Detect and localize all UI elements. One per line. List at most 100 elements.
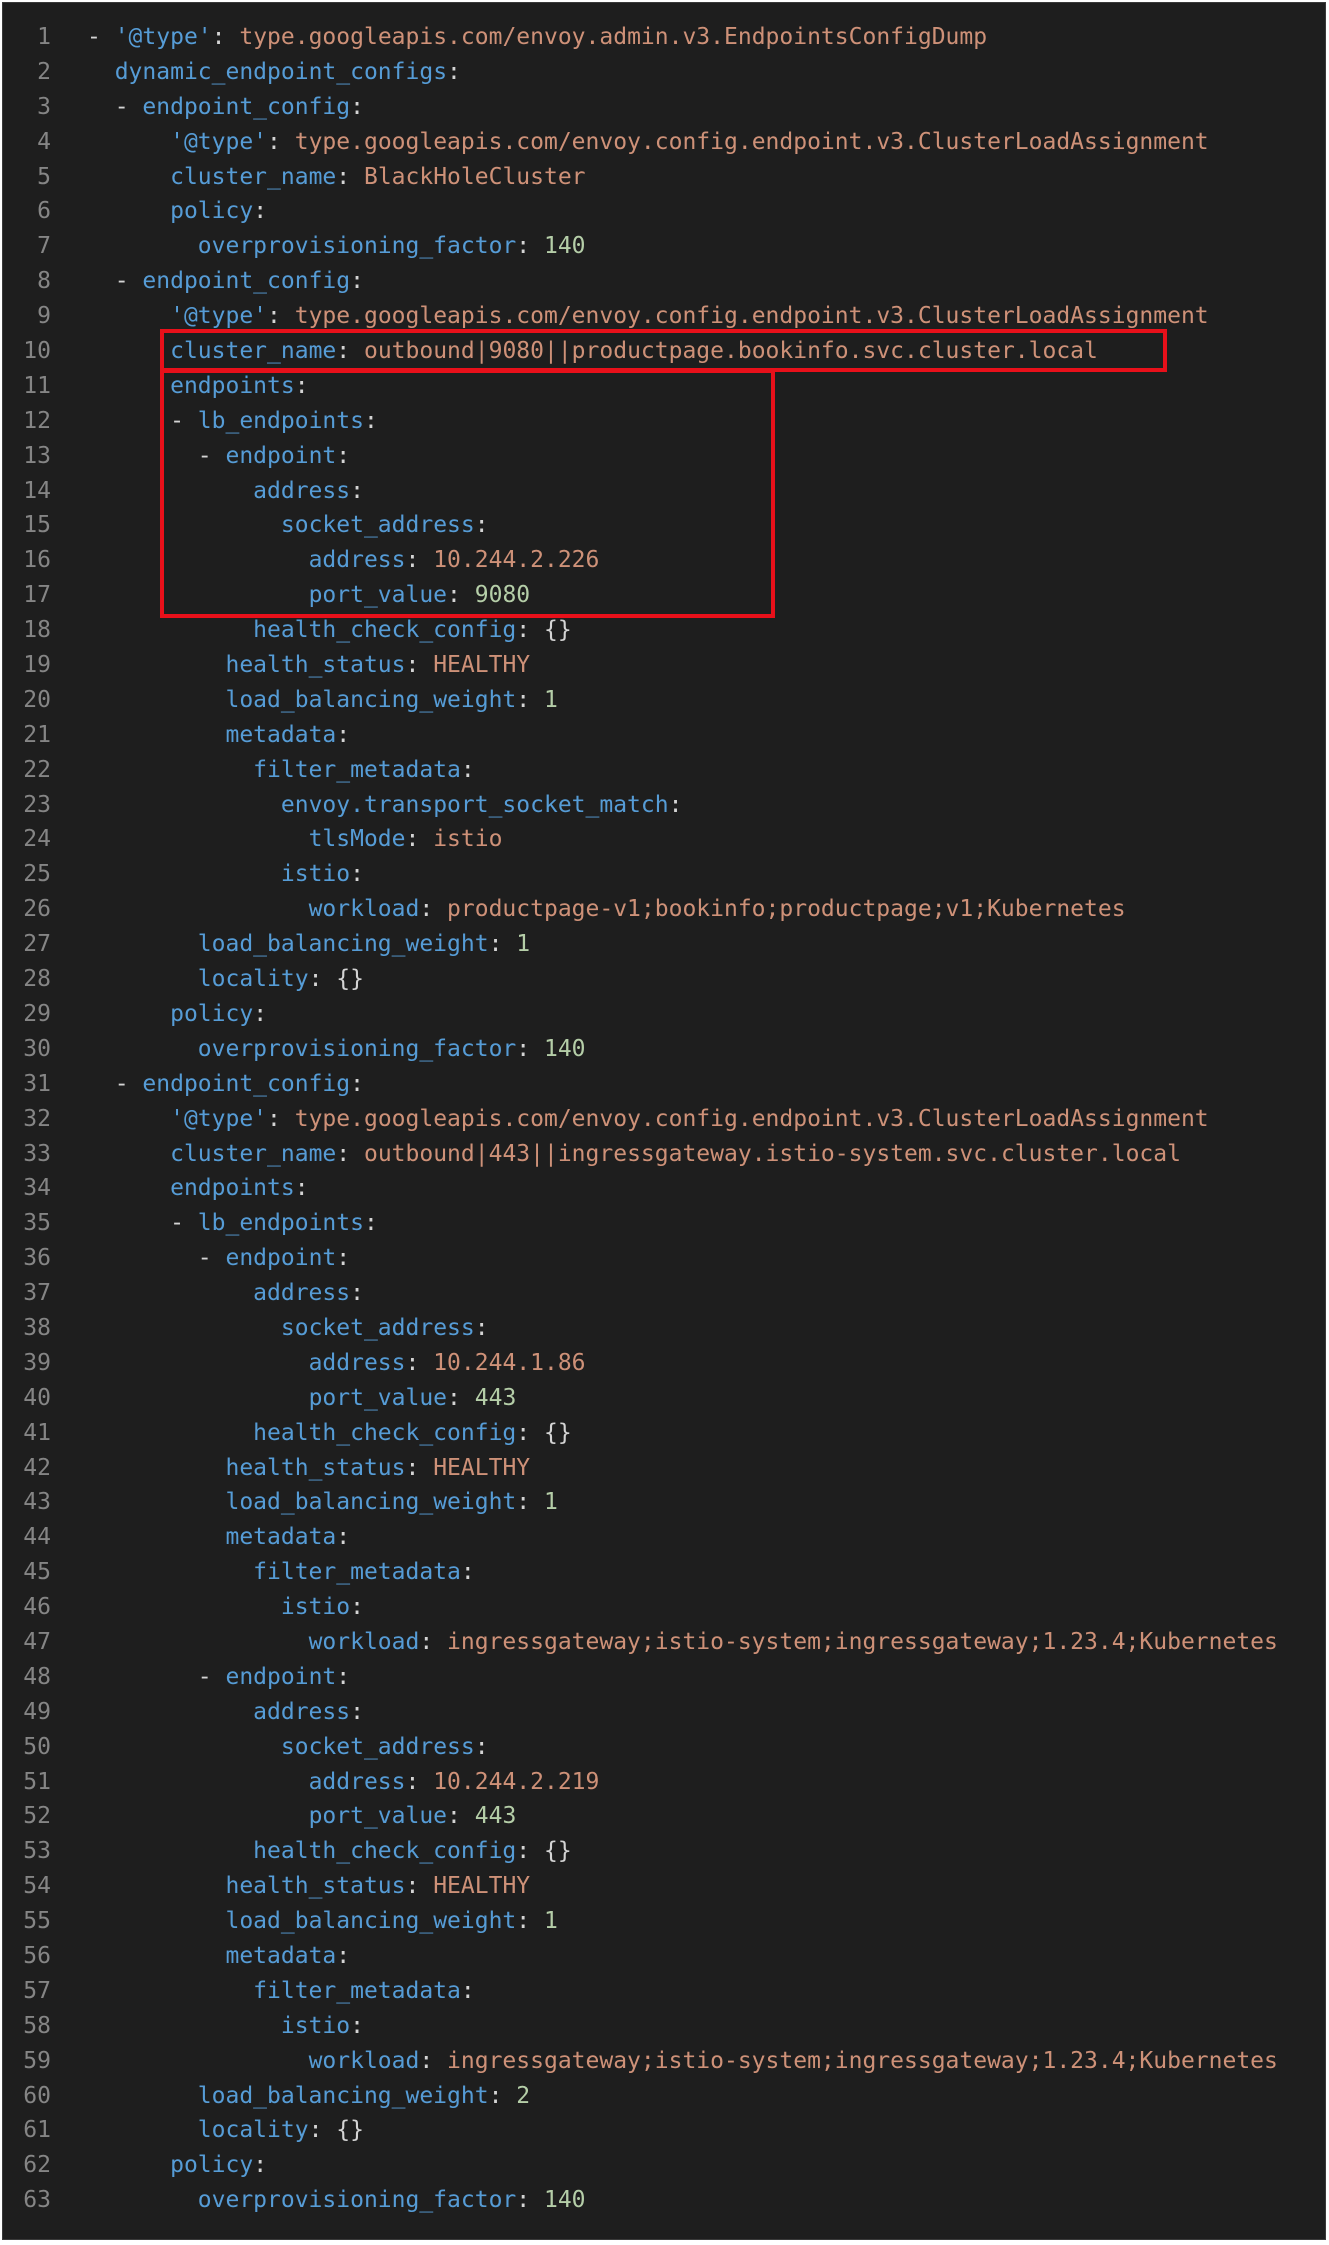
- yaml-separator: :: [336, 1524, 351, 1551]
- code-line: 10 cluster_name: outbound|9080||productp…: [3, 334, 1325, 369]
- code-line: 59 workload: ingressgateway;istio-system…: [3, 2044, 1325, 2079]
- yaml-key: locality: [197, 966, 309, 993]
- line-number: 5: [37, 163, 51, 190]
- yaml-separator: :: [308, 966, 337, 993]
- yaml-value: 10.244.1.86: [433, 1349, 586, 1376]
- code-text: endpoints:: [87, 369, 308, 404]
- code-text: '@type': type.googleapis.com/envoy.confi…: [87, 125, 1209, 160]
- code-line: 27 load_balancing_weight: 1: [3, 927, 1325, 962]
- yaml-separator: :: [350, 1698, 364, 1725]
- code-line: 55 load_balancing_weight: 1: [3, 1904, 1325, 1939]
- code-line: 58 istio:: [3, 2009, 1325, 2044]
- line-number: 57: [23, 1977, 51, 2004]
- yaml-value: {}: [543, 1838, 572, 1865]
- code-text: health_status: HEALTHY: [87, 1869, 530, 1904]
- yaml-key: '@type': [170, 303, 268, 330]
- yaml-separator: :: [336, 163, 364, 190]
- yaml-value: {}: [543, 617, 572, 644]
- yaml-separator: :: [419, 896, 448, 923]
- yaml-value: 10.244.2.219: [433, 1768, 600, 1795]
- yaml-separator: :: [350, 1280, 364, 1307]
- line-number: 6: [37, 198, 51, 225]
- code-text: - endpoint:: [197, 442, 351, 469]
- code-text: overprovisioning_factor: 140: [87, 1032, 586, 1067]
- line-number: 19: [23, 652, 51, 679]
- yaml-separator: :: [267, 128, 295, 155]
- code-text: address:: [87, 1276, 364, 1311]
- yaml-key: metadata: [225, 1942, 337, 1969]
- line-number: 60: [23, 2082, 51, 2109]
- code-line: 8 - endpoint_config:: [3, 264, 1325, 299]
- code-text: - lb_endpoints:: [170, 407, 378, 434]
- line-number: 8: [37, 268, 51, 295]
- code-text: '@type': type.googleapis.com/envoy.confi…: [87, 1102, 1209, 1137]
- code-line: 47 workload: ingressgateway;istio-system…: [3, 1625, 1325, 1660]
- code-line: 42 health_status: HEALTHY: [3, 1451, 1325, 1486]
- code-text: cluster_name: outbound|9080||productpage…: [87, 334, 1098, 369]
- code-line: 53 health_check_config: {}: [3, 1834, 1325, 1869]
- code-line: 38 socket_address:: [3, 1311, 1325, 1346]
- code-line: 6 policy:: [3, 194, 1325, 229]
- line-number: 36: [23, 1245, 51, 1272]
- line-number: 30: [23, 1035, 51, 1062]
- line-number: 22: [23, 756, 51, 783]
- yaml-separator: :: [488, 2082, 517, 2109]
- yaml-key: health_check_config: [253, 617, 517, 644]
- line-number: 18: [23, 617, 51, 644]
- code-text: address:: [87, 474, 364, 509]
- line-number: 47: [23, 1628, 51, 1655]
- yaml-separator: :: [474, 1314, 489, 1341]
- line-number: 40: [23, 1384, 51, 1411]
- code-text: port_value: 443: [87, 1381, 517, 1416]
- yaml-key: '@type': [114, 24, 212, 50]
- yaml-separator: :: [516, 1419, 544, 1446]
- code-line: 30 overprovisioning_factor: 140: [3, 1032, 1325, 1067]
- line-number: 39: [23, 1349, 51, 1376]
- code-line: 48 - endpoint:: [3, 1660, 1325, 1695]
- line-number: 3: [37, 93, 51, 120]
- yaml-key: filter_metadata: [253, 1559, 461, 1586]
- line-number: 52: [23, 1803, 51, 1830]
- code-line: 15 socket_address:: [3, 508, 1325, 543]
- yaml-separator: :: [516, 617, 544, 644]
- line-number: 48: [23, 1663, 51, 1690]
- yaml-key: tlsMode: [308, 826, 406, 853]
- code-text: address: 10.244.2.226: [87, 543, 600, 578]
- yaml-separator: :: [267, 1105, 295, 1132]
- code-line: 19 health_status: HEALTHY: [3, 648, 1325, 683]
- yaml-separator: :: [405, 826, 434, 853]
- code-line: 11 endpoints:: [3, 369, 1325, 404]
- yaml-separator: :: [405, 547, 434, 574]
- yaml-value: 443: [474, 1384, 517, 1411]
- code-lines: 1 - '@type': type.googleapis.com/envoy.ad…: [3, 20, 1325, 2218]
- yaml-separator: :: [516, 1838, 544, 1865]
- code-editor[interactable]: 1 - '@type': type.googleapis.com/envoy.ad…: [2, 2, 1326, 2240]
- code-line: 57 filter_metadata:: [3, 1974, 1325, 2009]
- line-number: 61: [23, 2117, 51, 2144]
- line-number: 56: [23, 1942, 51, 1969]
- yaml-key: load_balancing_weight: [197, 931, 489, 958]
- code-line: 33 cluster_name: outbound|443||ingressga…: [3, 1137, 1325, 1172]
- code-text: filter_metadata:: [87, 753, 475, 788]
- yaml-key: lb_endpoints: [197, 1210, 364, 1237]
- yaml-key: socket_address: [280, 1314, 475, 1341]
- code-text: overprovisioning_factor: 140: [87, 229, 586, 264]
- line-number: 54: [23, 1873, 51, 1900]
- yaml-value: BlackHoleCluster: [363, 163, 586, 190]
- code-text: overprovisioning_factor: 140: [87, 2183, 586, 2218]
- code-line: 14 address:: [3, 474, 1325, 509]
- yaml-value: ingressgateway;istio-system;ingressgatew…: [447, 2047, 1278, 2074]
- code-line: 56 metadata:: [3, 1939, 1325, 1974]
- yaml-value: 443: [474, 1803, 517, 1830]
- code-line: 40 port_value: 443: [3, 1381, 1325, 1416]
- code-text: metadata:: [87, 1520, 350, 1555]
- yaml-value: istio: [433, 826, 503, 853]
- code-line: 60 load_balancing_weight: 2: [3, 2079, 1325, 2114]
- yaml-separator: :: [363, 407, 378, 434]
- code-line: 51 address: 10.244.2.219: [3, 1765, 1325, 1800]
- line-number: 34: [23, 1175, 51, 1202]
- yaml-separator: :: [253, 1000, 268, 1027]
- code-text: dynamic_endpoint_configs:: [87, 55, 461, 90]
- yaml-separator: :: [336, 442, 351, 469]
- code-text: health_check_config: {}: [87, 613, 572, 648]
